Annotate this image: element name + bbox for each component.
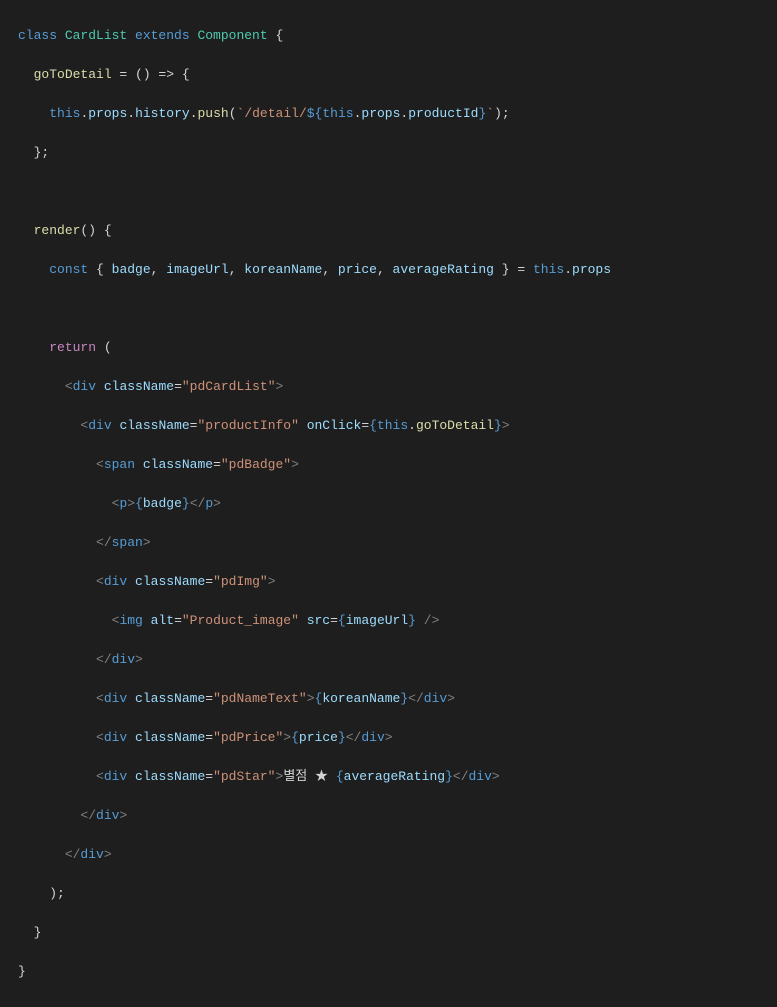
code-line[interactable]: <div className="pdPrice">{price}</div> — [18, 728, 777, 748]
method-name: goToDetail — [34, 67, 112, 82]
code-line[interactable]: </div> — [18, 806, 777, 826]
code-line[interactable]: this.props.history.push(`/detail/${this.… — [18, 104, 777, 124]
superclass-name: Component — [197, 28, 275, 43]
keyword-class: class — [18, 28, 65, 43]
code-line[interactable]: ); — [18, 884, 777, 904]
code-line[interactable]: <div className="productInfo" onClick={th… — [18, 416, 777, 436]
code-line[interactable]: </span> — [18, 533, 777, 553]
code-line[interactable]: <div className="pdImg"> — [18, 572, 777, 592]
class-name: CardList — [65, 28, 135, 43]
code-line[interactable]: <img alt="Product_image" src={imageUrl} … — [18, 611, 777, 631]
code-line[interactable]: <p>{badge}</p> — [18, 494, 777, 514]
code-line[interactable]: <div className="pdStar">별점 ★ {averageRat… — [18, 767, 777, 787]
method-name: render — [34, 223, 81, 238]
code-line[interactable]: goToDetail = () => { — [18, 65, 777, 85]
code-line[interactable]: </div> — [18, 845, 777, 865]
code-line[interactable]: } — [18, 962, 777, 982]
code-line[interactable]: <div className="pdNameText">{koreanName}… — [18, 689, 777, 709]
code-line[interactable]: class CardList extends Component { — [18, 26, 777, 46]
code-line[interactable]: </div> — [18, 650, 777, 670]
code-line[interactable]: }; — [18, 143, 777, 163]
code-line[interactable]: render() { — [18, 221, 777, 241]
blank-line[interactable] — [18, 299, 777, 319]
code-line[interactable]: <div className="pdCardList"> — [18, 377, 777, 397]
code-editor[interactable]: class CardList extends Component { goToD… — [0, 0, 777, 1007]
blank-line[interactable] — [18, 182, 777, 202]
keyword-extends: extends — [135, 28, 197, 43]
code-line[interactable]: const { badge, imageUrl, koreanName, pri… — [18, 260, 777, 280]
code-line[interactable]: return ( — [18, 338, 777, 358]
code-line[interactable]: } — [18, 923, 777, 943]
code-line[interactable]: <span className="pdBadge"> — [18, 455, 777, 475]
brace-open: { — [275, 28, 283, 43]
